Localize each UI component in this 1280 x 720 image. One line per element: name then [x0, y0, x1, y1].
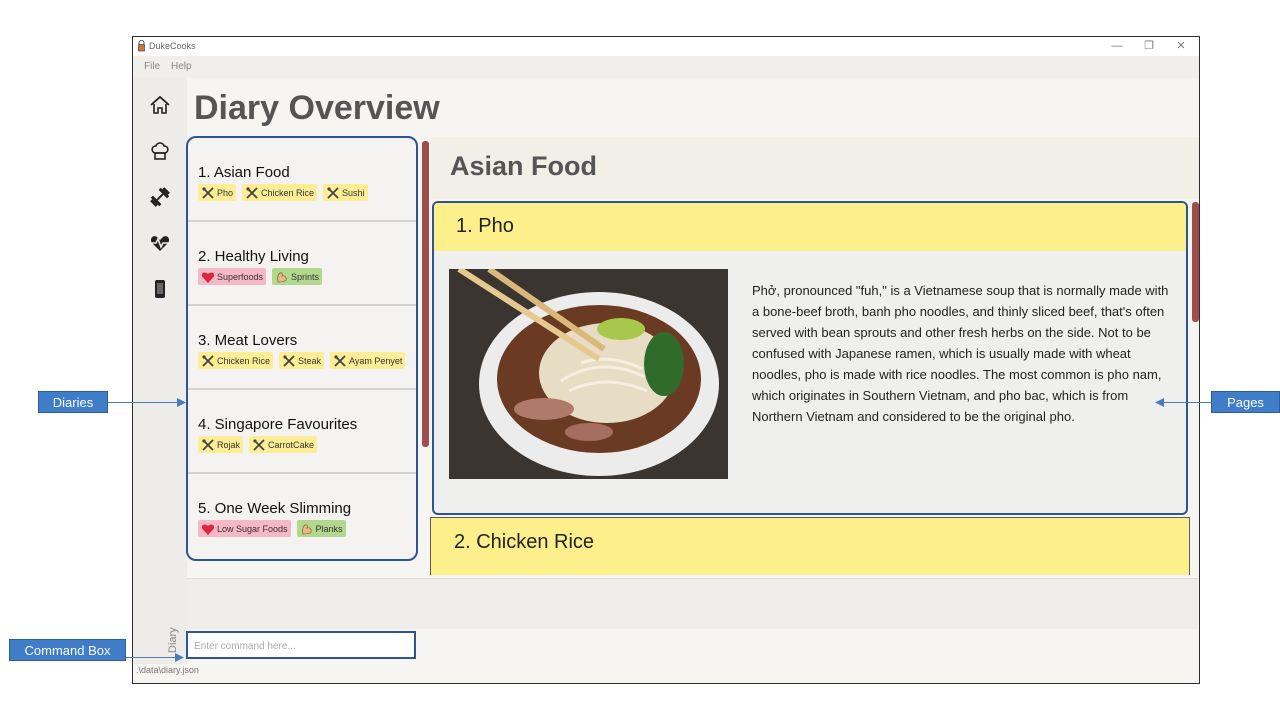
- tag-badge: Superfoods: [198, 268, 267, 285]
- diary-tags: Superfoods Sprints: [198, 268, 323, 285]
- utensils-icon: [202, 438, 214, 451]
- tag-badge: CarrotCake: [249, 436, 318, 453]
- tag-badge: Low Sugar Foods: [198, 520, 291, 537]
- utensils-icon: [202, 186, 214, 199]
- diary-pane-header: Asian Food: [431, 137, 1199, 199]
- page-description: Phở, pronounced "fuh," is a Vietnamese s…: [752, 283, 1169, 424]
- callout-diaries: Diaries: [38, 391, 108, 413]
- tag-badge: Sushi: [323, 184, 368, 201]
- tag-label: Ayam Penyet: [349, 355, 403, 366]
- diary-tags: Rojak CarrotCake: [198, 436, 318, 453]
- tag-label: Chicken Rice: [217, 355, 271, 366]
- tag-badge: Chicken Rice: [198, 352, 274, 369]
- tag-label: CarrotCake: [268, 439, 315, 450]
- diary-item[interactable]: 5. One Week Slimming Low Sugar Foods Pla…: [188, 474, 416, 558]
- heartbeat-icon[interactable]: [149, 232, 171, 254]
- diary-title: 4. Singapore Favourites: [198, 416, 358, 433]
- callout-arrow: [126, 657, 176, 658]
- diary-section-label: Diary: [167, 627, 179, 653]
- tag-label: Steak: [298, 355, 322, 366]
- tag-badge: Rojak: [198, 436, 244, 453]
- diary-tags: Pho Chicken Rice Sushi: [198, 184, 368, 201]
- tag-badge: Sprints: [272, 268, 323, 285]
- diary-tags: Chicken Rice Steak Ayam Penyet: [198, 352, 406, 369]
- diary-title: 5. One Week Slimming: [198, 500, 352, 517]
- utensils-icon: [327, 186, 339, 199]
- callout-arrow: [1163, 402, 1211, 403]
- tag-badge: Steak: [279, 352, 325, 369]
- page-title-bar: 1. Pho: [434, 203, 1186, 251]
- tag-badge: Pho: [198, 184, 237, 201]
- tag-label: Planks: [315, 523, 343, 534]
- utensils-icon: [202, 354, 214, 367]
- page-heading: Diary Overview: [194, 89, 440, 127]
- close-button[interactable]: ✕: [1167, 39, 1195, 54]
- tag-label: Pho: [217, 187, 234, 198]
- utensils-icon: [246, 186, 258, 199]
- callout-command-box: Command Box: [9, 639, 126, 661]
- diary-title: 2. Healthy Living: [198, 248, 309, 265]
- diary-tags: Low Sugar Foods Planks: [198, 520, 346, 537]
- arrow-head-icon: [177, 398, 186, 407]
- window-title: DukeCooks: [149, 41, 196, 51]
- callout-arrow: [108, 402, 178, 403]
- heart-icon: [201, 272, 215, 283]
- menu-bar: File Help: [133, 56, 1199, 78]
- sidebar-nav: Diary: [133, 78, 187, 664]
- tag-label: Chicken Rice: [261, 187, 315, 198]
- tag-badge: Planks: [296, 520, 346, 537]
- page-title: 1. Pho: [456, 215, 514, 237]
- tag-label: Sushi: [342, 187, 365, 198]
- chef-logo-icon: [138, 40, 145, 52]
- app-window: DukeCooks — ❐ ✕ File Help Diary Diary Ov…: [132, 36, 1200, 684]
- tag-label: Superfoods: [217, 271, 264, 282]
- dumbbell-icon[interactable]: [149, 186, 171, 208]
- diary-item[interactable]: 2. Healthy Living Superfoods Sprints: [188, 222, 416, 306]
- utensils-icon: [253, 438, 265, 451]
- pages-scrollbar[interactable]: [1192, 202, 1199, 322]
- tag-label: Low Sugar Foods: [217, 523, 288, 534]
- menu-file[interactable]: File: [144, 61, 160, 72]
- diary-list: 1. Asian Food Pho Chicken Rice Sushi 2. …: [186, 136, 418, 561]
- arrow-head-icon: [175, 653, 184, 662]
- utensils-icon: [334, 354, 346, 367]
- command-box[interactable]: [186, 631, 416, 659]
- chef-hat-icon[interactable]: [149, 140, 171, 162]
- callout-pages: Pages: [1211, 391, 1280, 413]
- title-bar: DukeCooks — ❐ ✕: [133, 37, 1199, 56]
- diary-item[interactable]: 4. Singapore Favourites Rojak CarrotCake: [188, 390, 416, 474]
- diary-item[interactable]: 1. Asian Food Pho Chicken Rice Sushi: [188, 138, 416, 222]
- flexed-arm-icon: [277, 271, 287, 282]
- diary-title: 3. Meat Lovers: [198, 332, 298, 349]
- pho-photo: [449, 269, 728, 479]
- tag-badge: Chicken Rice: [242, 184, 318, 201]
- heart-icon: [201, 524, 215, 535]
- diary-pane-title: Asian Food: [450, 151, 597, 181]
- diary-list-scrollbar[interactable]: [422, 141, 429, 447]
- tag-badge: Ayam Penyet: [330, 352, 406, 369]
- minimize-button[interactable]: —: [1103, 39, 1131, 54]
- arrow-head-icon: [1155, 398, 1164, 407]
- tag-label: Sprints: [291, 271, 320, 282]
- restore-button[interactable]: ❐: [1135, 39, 1163, 54]
- menu-help[interactable]: Help: [171, 61, 192, 72]
- home-icon[interactable]: [149, 94, 171, 116]
- command-input[interactable]: [194, 638, 408, 654]
- flexed-arm-icon: [301, 523, 312, 534]
- page-card[interactable]: 1. Pho Phở, pronounced "fuh," is a Vietn…: [432, 201, 1188, 515]
- page-card[interactable]: 2. Chicken Rice: [430, 517, 1190, 575]
- page-title: 2. Chicken Rice: [454, 531, 595, 553]
- result-display: [187, 578, 1198, 629]
- status-path: .\data\diary.json: [136, 665, 199, 675]
- utensils-icon: [283, 354, 295, 367]
- tag-label: Rojak: [217, 439, 241, 450]
- diary-title: 1. Asian Food: [198, 164, 290, 181]
- diary-item[interactable]: 3. Meat Lovers Chicken Rice Steak Ayam P…: [188, 306, 416, 390]
- phone-icon[interactable]: [149, 278, 171, 300]
